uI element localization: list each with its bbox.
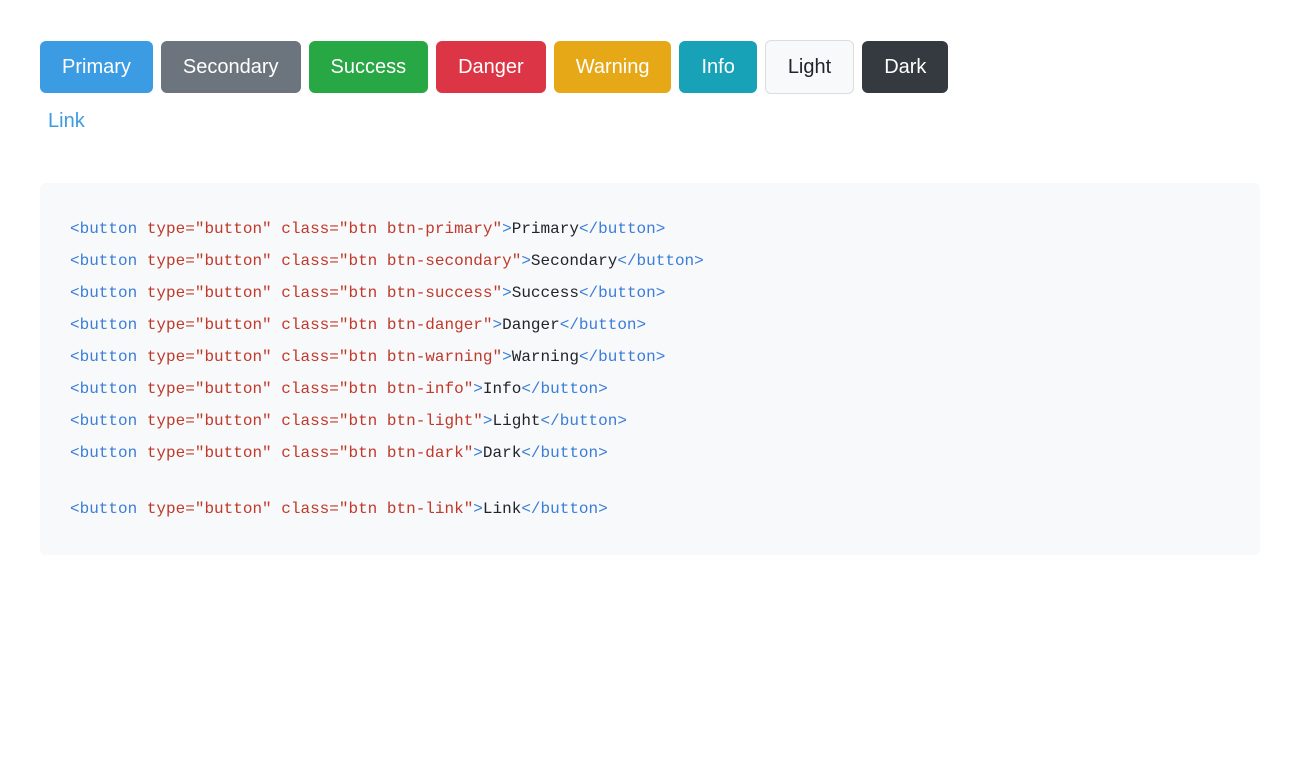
code-line-7: <button type="button" class="btn btn-lig…: [70, 405, 1230, 437]
code-line-6: <button type="button" class="btn btn-inf…: [70, 373, 1230, 405]
code-line-2: <button type="button" class="btn btn-sec…: [70, 245, 1230, 277]
warning-button[interactable]: Warning: [554, 41, 672, 93]
primary-button[interactable]: Primary: [40, 41, 153, 93]
buttons-row: Primary Secondary Success Danger Warning…: [40, 40, 1260, 94]
code-line-8: <button type="button" class="btn btn-dar…: [70, 437, 1230, 469]
link-row: Link: [40, 110, 1260, 133]
link-button[interactable]: Link: [40, 110, 93, 133]
secondary-button[interactable]: Secondary: [161, 41, 301, 93]
light-button[interactable]: Light: [765, 40, 854, 94]
success-button[interactable]: Success: [309, 41, 429, 93]
code-blank: [70, 469, 1230, 493]
info-button[interactable]: Info: [679, 41, 756, 93]
code-line-1: <button type="button" class="btn btn-pri…: [70, 213, 1230, 245]
code-line-3: <button type="button" class="btn btn-suc…: [70, 277, 1230, 309]
code-line-9: <button type="button" class="btn btn-lin…: [70, 493, 1230, 525]
dark-button[interactable]: Dark: [862, 41, 948, 93]
code-line-4: <button type="button" class="btn btn-dan…: [70, 309, 1230, 341]
danger-button[interactable]: Danger: [436, 41, 546, 93]
code-block: <button type="button" class="btn btn-pri…: [40, 183, 1260, 555]
code-line-5: <button type="button" class="btn btn-war…: [70, 341, 1230, 373]
